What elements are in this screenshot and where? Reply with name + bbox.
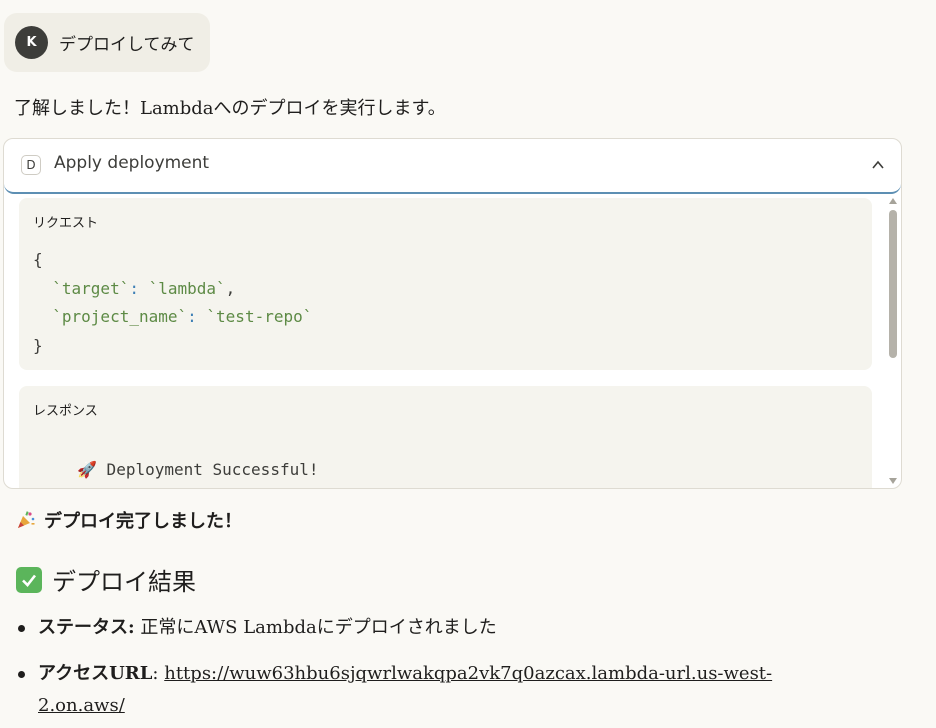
tool-call-panel: D Apply deployment リクエスト { `target`: `la… xyxy=(3,138,902,489)
code-value-project-name: `test-repo` xyxy=(206,307,313,326)
result-list: ステータス: 正常にAWS Lambdaにデプロイされました アクセスURL: … xyxy=(16,612,836,728)
status-sep: : xyxy=(128,617,135,638)
code-key-target: `target` xyxy=(52,278,130,298)
access-url-sep: : xyxy=(152,663,159,684)
access-url-key: アクセスURL xyxy=(38,663,153,684)
status-key: ステータス xyxy=(38,617,128,638)
scroll-down-arrow-icon[interactable] xyxy=(889,478,897,484)
tool-call-title: Apply deployment xyxy=(54,153,210,173)
deploy-done-line: デプロイ完了しました！ xyxy=(16,507,242,533)
chat-page: K デプロイしてみて 了解しました！Lambdaへのデプロイを実行します。 D … xyxy=(0,0,936,728)
scroll-thumb[interactable] xyxy=(889,210,897,358)
list-item: ステータス: 正常にAWS Lambdaにデプロイされました xyxy=(16,612,836,644)
scroll-up-arrow-icon[interactable] xyxy=(889,198,897,204)
code-colon: : xyxy=(187,307,197,326)
user-message-bubble: K デプロイしてみて xyxy=(4,13,210,72)
request-code: { `target`: `lambda`, `project_name`: `t… xyxy=(33,246,312,360)
deploy-done-text: デプロイ完了しました！ xyxy=(44,511,242,532)
code-colon: : xyxy=(129,278,139,298)
request-block: リクエスト { `target`: `lambda`, `project_nam… xyxy=(19,198,872,370)
assistant-intro-text: 了解しました！Lambdaへのデプロイを実行します。 xyxy=(14,98,446,119)
result-heading-text: デプロイ結果 xyxy=(52,568,196,596)
code-value-target: `lambda` xyxy=(148,278,226,298)
response-label: レスポンス xyxy=(33,404,98,419)
chevron-up-icon[interactable] xyxy=(871,158,885,172)
access-url-line1[interactable]: https://wuw63hbu6sjqwrlwakqpa2vk7q0azcax… xyxy=(164,663,772,684)
party-popper-icon xyxy=(18,511,35,528)
deploy-tool-icon: D xyxy=(21,155,41,175)
tool-body-scrollbar[interactable] xyxy=(887,196,899,486)
user-avatar[interactable]: K xyxy=(15,26,48,59)
response-text: 🚀 Deployment Successful! xyxy=(77,460,319,479)
user-message-text: デプロイしてみて xyxy=(59,35,195,55)
status-value: 正常にAWS Lambdaにデプロイされました xyxy=(134,617,497,638)
code-open-brace: { xyxy=(33,250,43,269)
code-key-project-name: `project_name` xyxy=(52,307,188,326)
result-heading: デプロイ結果 xyxy=(16,562,196,597)
code-comma: , xyxy=(225,278,236,298)
tool-call-header[interactable]: D Apply deployment xyxy=(4,139,901,194)
tool-call-body: リクエスト { `target`: `lambda`, `project_nam… xyxy=(4,196,901,488)
request-label: リクエスト xyxy=(33,216,99,231)
code-close-brace: } xyxy=(33,335,43,355)
list-item: アクセスURL: https://wuw63hbu6sjqwrlwakqpa2v… xyxy=(16,658,836,722)
access-url-line2[interactable]: 2.on.aws/ xyxy=(38,695,125,716)
check-mark-button-icon xyxy=(16,566,42,593)
response-block: レスポンス 🚀 Deployment Successful! xyxy=(19,386,872,488)
